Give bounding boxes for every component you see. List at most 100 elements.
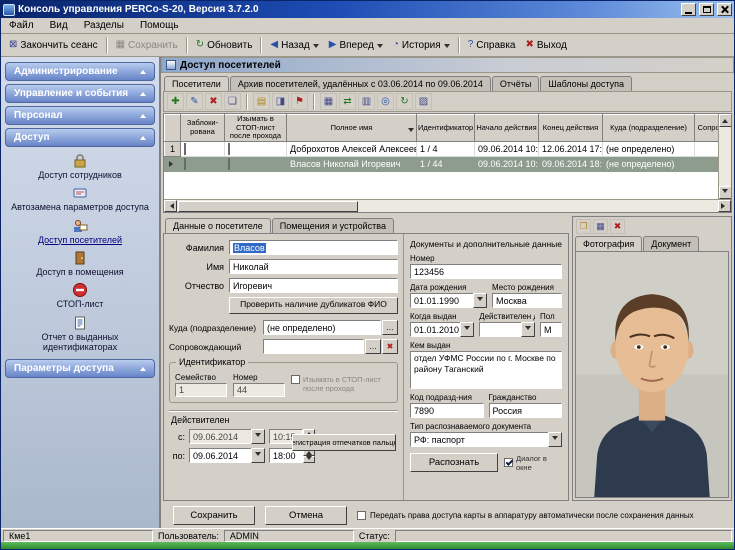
dialog-in-window-checkbox[interactable]: Диалог в окне: [504, 454, 562, 472]
stoplist-cell[interactable]: [225, 141, 287, 156]
doc-number-input[interactable]: 123456: [410, 264, 562, 279]
checkbox-icon[interactable]: [291, 375, 300, 384]
calendar-dropdown-icon[interactable]: [251, 448, 265, 463]
table-row[interactable]: 1 Доброхотов Алексей Алексеевич 1 / 4 09…: [165, 141, 719, 156]
menu-sections[interactable]: Разделы: [76, 19, 132, 32]
refresh-button[interactable]: ↻ Обновить: [191, 38, 258, 53]
scroll-left-button[interactable]: [164, 200, 177, 212]
recognize-button[interactable]: Распознать: [410, 453, 498, 472]
sidebar-item-auto-replace-access[interactable]: Автозамена параметров доступа: [3, 184, 157, 213]
doctype-combo[interactable]: РФ: паспорт: [410, 432, 562, 447]
help-button[interactable]: ? Справка: [463, 38, 521, 53]
scrollbar-thumb[interactable]: [178, 201, 358, 212]
close-button[interactable]: [717, 3, 732, 16]
sidebar-section-administration[interactable]: Администрирование: [5, 62, 155, 81]
checkbox-icon[interactable]: [504, 458, 513, 467]
export-icon[interactable]: ⇄: [339, 93, 356, 110]
dropdown-icon[interactable]: [460, 322, 474, 337]
table-row-selected[interactable]: Власов Николай Игоревич 1 / 44 09.06.201…: [165, 156, 719, 171]
row-selector-header[interactable]: [165, 115, 181, 142]
col-end[interactable]: Конец действия: [539, 115, 603, 142]
tab-reports[interactable]: Отчёты: [492, 76, 539, 91]
escort-browse-button[interactable]: …: [365, 339, 381, 354]
copy-visitor-icon[interactable]: ❏: [224, 93, 241, 110]
add-visitor-icon[interactable]: ✚: [167, 93, 184, 110]
blocked-checkbox[interactable]: [184, 143, 186, 155]
forward-dropdown-icon[interactable]: [377, 44, 383, 51]
sidebar-section-management-events[interactable]: Управление и события: [5, 84, 155, 103]
valid-to-date[interactable]: 09.06.2014: [189, 448, 265, 463]
edit-visitor-icon[interactable]: ✎: [186, 93, 203, 110]
tab-photo[interactable]: Фотография: [575, 236, 642, 251]
title-bar[interactable]: Консоль управления PERCo-S-20, Версия 3.…: [1, 1, 734, 18]
col-department[interactable]: Куда (подразделение): [603, 115, 695, 142]
blocked-cell[interactable]: [181, 156, 225, 171]
lastname-input[interactable]: Власов: [229, 240, 398, 255]
valid-until-combo[interactable]: [479, 322, 535, 337]
sidebar-section-access[interactable]: Доступ: [5, 128, 155, 147]
transfer-rights-checkbox[interactable]: Передать права доступа карты в аппаратур…: [357, 511, 694, 520]
birthplace-input[interactable]: Москва: [492, 293, 562, 308]
issued-date-combo[interactable]: 01.01.2010: [410, 322, 474, 337]
stop-list-icon[interactable]: ⚑: [291, 93, 308, 110]
scroll-right-button[interactable]: [718, 200, 731, 212]
forward-button[interactable]: ▶ Вперед: [324, 38, 388, 53]
citizenship-input[interactable]: Россия: [489, 403, 563, 418]
issuer-textarea[interactable]: отдел УФМС России по г. Москве по району…: [410, 351, 562, 389]
sex-input[interactable]: М: [540, 322, 562, 337]
search-icon[interactable]: ◎: [377, 93, 394, 110]
col-start[interactable]: Начало действия: [475, 115, 539, 142]
save-visitor-button[interactable]: Сохранить: [173, 506, 255, 525]
department-input[interactable]: (не определено): [263, 320, 381, 335]
tab-rooms-devices[interactable]: Помещения и устройства: [272, 218, 394, 233]
stoplist-checkbox[interactable]: [228, 143, 230, 155]
col-fullname[interactable]: Полное имя: [287, 115, 417, 142]
tab-document[interactable]: Документ: [643, 236, 699, 251]
valid-from-date[interactable]: 09.06.2014: [189, 429, 265, 444]
tab-visitor-data[interactable]: Данные о посетителе: [165, 218, 271, 233]
exit-button[interactable]: ✖ Выход: [520, 38, 571, 53]
tab-archive[interactable]: Архив посетителей, удалённых с 03.06.201…: [230, 76, 491, 91]
load-photo-icon[interactable]: ❐: [576, 219, 591, 234]
tab-access-templates[interactable]: Шаблоны доступа: [540, 76, 632, 91]
scroll-down-button[interactable]: [719, 186, 732, 199]
history-dropdown-icon[interactable]: [444, 44, 450, 51]
escort-clear-button[interactable]: ✖: [382, 339, 398, 354]
department-browse-button[interactable]: …: [382, 320, 398, 335]
cancel-button[interactable]: Отмена: [265, 506, 347, 525]
maximize-button[interactable]: [699, 3, 714, 16]
filter-icon[interactable]: ▨: [415, 93, 432, 110]
sidebar-section-access-params[interactable]: Параметры доступа: [5, 359, 155, 378]
col-blocked[interactable]: Заблоки- рована: [181, 115, 225, 142]
back-button[interactable]: ◀ Назад: [265, 38, 323, 53]
division-code-input[interactable]: 7890: [410, 403, 484, 418]
calendar-dropdown-icon[interactable]: [251, 429, 265, 444]
print-icon[interactable]: ▦: [320, 93, 337, 110]
sidebar-section-personnel[interactable]: Персонал: [5, 106, 155, 125]
checkbox-icon[interactable]: [357, 511, 366, 520]
stoplist-checkbox[interactable]: [228, 158, 230, 170]
blocked-cell[interactable]: [181, 141, 225, 156]
patronymic-input[interactable]: Игоревич: [229, 278, 398, 293]
minimize-button[interactable]: [681, 3, 696, 16]
access-rights-icon[interactable]: ◨: [272, 93, 289, 110]
dropdown-icon[interactable]: [548, 432, 562, 447]
save-button[interactable]: ▦ Сохранить: [111, 38, 183, 53]
menu-file[interactable]: Файл: [1, 19, 42, 32]
number-input[interactable]: 44: [233, 383, 285, 397]
stoplist-after-pass-checkbox[interactable]: Изымать в СТОП-лист после прохода: [291, 373, 392, 393]
vertical-scrollbar[interactable]: [718, 114, 731, 199]
sidebar-item-identifier-report[interactable]: Отчет о выданных идентификаторах: [3, 314, 157, 354]
horizontal-scrollbar[interactable]: [164, 199, 731, 212]
refresh-table-icon[interactable]: ↻: [396, 93, 413, 110]
sidebar-item-visitor-access[interactable]: Доступ посетителей: [3, 217, 157, 246]
blocked-checkbox[interactable]: [184, 158, 186, 170]
birthdate-combo[interactable]: 01.01.1990: [410, 293, 487, 308]
sidebar-item-room-access[interactable]: Доступ в помещения: [3, 249, 157, 278]
dropdown-icon[interactable]: [473, 293, 487, 308]
check-duplicates-button[interactable]: Проверить наличие дубликатов ФИО: [229, 297, 398, 314]
history-button[interactable]: ◔ История: [388, 38, 455, 53]
col-stoplist[interactable]: Изымать в СТОП-лист после прохода: [225, 115, 287, 142]
menu-view[interactable]: Вид: [42, 19, 76, 32]
fingerprint-registration-button[interactable]: Регистрация отпечатков пальцев: [292, 434, 396, 451]
